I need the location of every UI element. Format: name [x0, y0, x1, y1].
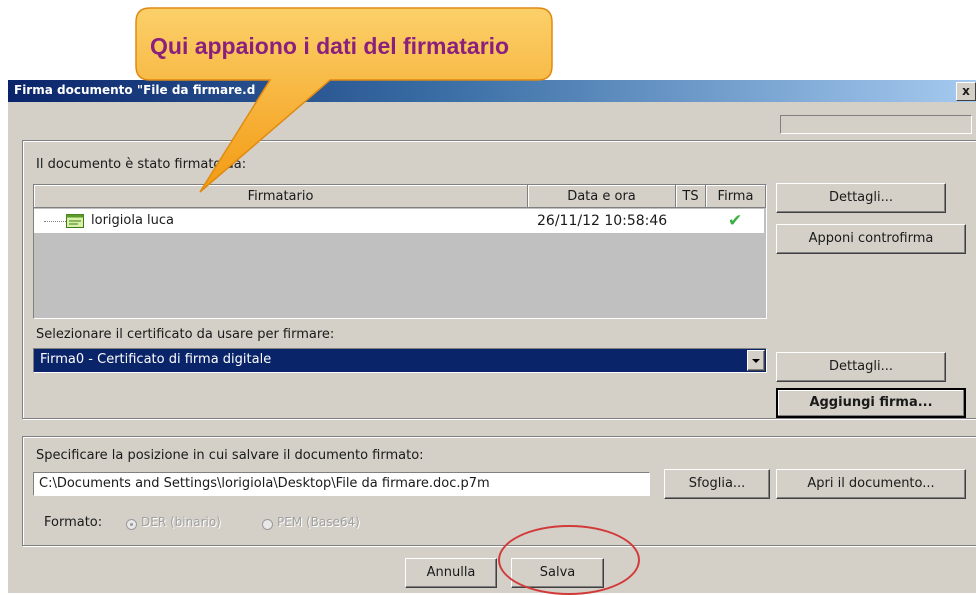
signer-name: lorigiola luca: [91, 213, 175, 228]
certificate-select[interactable]: Firma0 - Certificato di firma digitale: [33, 348, 767, 373]
browse-button[interactable]: Sfoglia...: [664, 469, 770, 499]
callout-bubble: [135, 7, 553, 193]
format-der-radio[interactable]: [126, 519, 137, 530]
certificate-details-button[interactable]: Dettagli...: [776, 352, 946, 382]
certificate-label: Selezionare il certificato da usare per …: [36, 327, 335, 342]
callout-text: Qui appaiono i dati del firmatario: [150, 33, 510, 59]
open-document-button[interactable]: Apri il documento...: [776, 469, 966, 499]
column-header-firma[interactable]: Firma: [706, 185, 766, 208]
close-button[interactable]: x: [956, 82, 976, 101]
signer-details-button[interactable]: Dettagli...: [776, 183, 946, 213]
chevron-down-icon[interactable]: [747, 350, 765, 371]
format-label: Formato:: [44, 515, 103, 530]
format-pem-label: PEM (Base64): [277, 515, 360, 529]
format-pem-radio[interactable]: [262, 519, 273, 530]
tree-line: [44, 221, 66, 222]
certificate-selected-value: Firma0 - Certificato di firma digitale: [40, 352, 272, 367]
cancel-button[interactable]: Annulla: [405, 558, 497, 588]
countersign-button[interactable]: Apponi controfirma: [776, 224, 966, 254]
column-header-ts[interactable]: TS: [676, 185, 706, 208]
valid-signature-check-icon: ✔: [728, 211, 743, 231]
format-der-label: DER (binario): [141, 515, 221, 529]
table-row[interactable]: lorigiola luca 26/11/12 10:58:46 ✔: [34, 209, 764, 233]
signature-datetime: 26/11/12 10:58:46: [537, 213, 668, 229]
add-signature-button[interactable]: Aggiungi firma...: [776, 388, 966, 418]
certificate-icon: [66, 214, 84, 228]
signers-list[interactable]: Firmatario Data e ora TS Firma lorigiola…: [33, 184, 767, 319]
save-location-label: Specificare la posizione in cui salvare …: [36, 448, 424, 463]
highlight-circle: [498, 525, 640, 595]
progress-bar: [780, 115, 972, 134]
save-path-input[interactable]: C:\Documents and Settings\lorigiola\Desk…: [33, 472, 650, 496]
